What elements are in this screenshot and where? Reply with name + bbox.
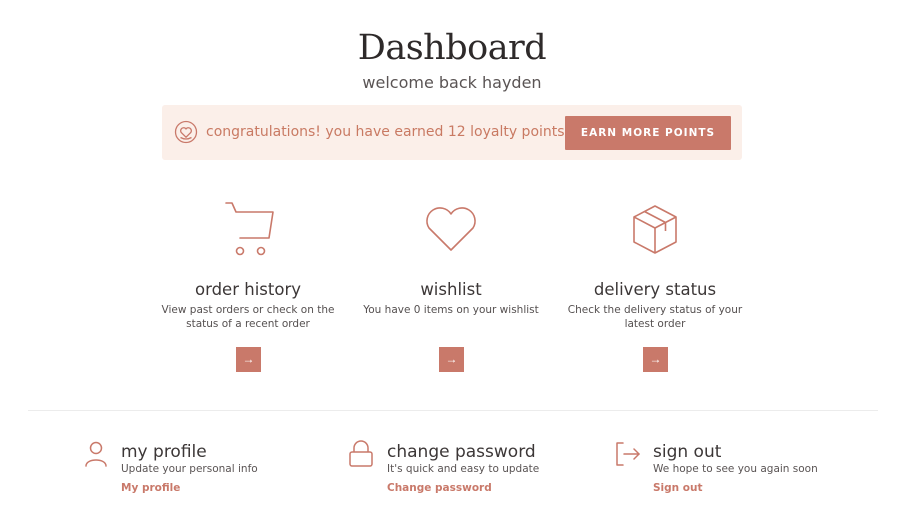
user-icon — [85, 441, 107, 467]
wishlist-title: wishlist — [420, 280, 482, 299]
my-profile-link[interactable]: My profile — [121, 482, 180, 494]
delivery-status-arrow-button[interactable]: → — [643, 347, 668, 372]
delivery-status-description: Check the delivery status of your latest… — [567, 304, 743, 330]
feature-wishlist: wishlist You have 0 items on your wishli… — [351, 200, 551, 372]
section-divider — [28, 410, 878, 411]
shopping-cart-icon — [225, 202, 274, 256]
page-title: Dashboard — [357, 28, 547, 68]
package-box-icon — [633, 205, 677, 254]
change-password-title: change password — [387, 442, 536, 462]
change-password-link[interactable]: Change password — [387, 482, 492, 494]
delivery-status-title: delivery status — [593, 280, 717, 299]
lock-icon — [349, 440, 373, 467]
loyalty-message: congratulations! you have earned 12 loya… — [206, 124, 565, 140]
feature-delivery-status: delivery status Check the delivery statu… — [555, 200, 755, 372]
order-history-arrow-button[interactable]: → — [236, 347, 261, 372]
heart-icon — [426, 207, 476, 251]
sign-out-icon — [616, 442, 640, 466]
order-history-description: View past orders or check on the status … — [161, 304, 335, 330]
earn-more-points-button[interactable]: EARN MORE POINTS — [565, 116, 731, 150]
sign-out-link[interactable]: Sign out — [653, 482, 703, 494]
sign-out-title: sign out — [653, 442, 722, 462]
my-profile-description: Update your personal info — [121, 463, 258, 475]
welcome-subtitle: welcome back hayden — [362, 73, 542, 92]
loyalty-banner: congratulations! you have earned 12 loya… — [162, 105, 742, 160]
wishlist-arrow-button[interactable]: → — [439, 347, 464, 372]
my-profile-title: my profile — [121, 442, 207, 462]
wishlist-description: You have 0 items on your wishlist — [363, 304, 539, 316]
heart-coin-icon — [174, 120, 198, 144]
feature-order-history: order history View past orders or check … — [148, 200, 348, 372]
sign-out-description: We hope to see you again soon — [653, 463, 818, 475]
change-password-description: It's quick and easy to update — [387, 463, 540, 475]
order-history-title: order history — [195, 280, 301, 299]
